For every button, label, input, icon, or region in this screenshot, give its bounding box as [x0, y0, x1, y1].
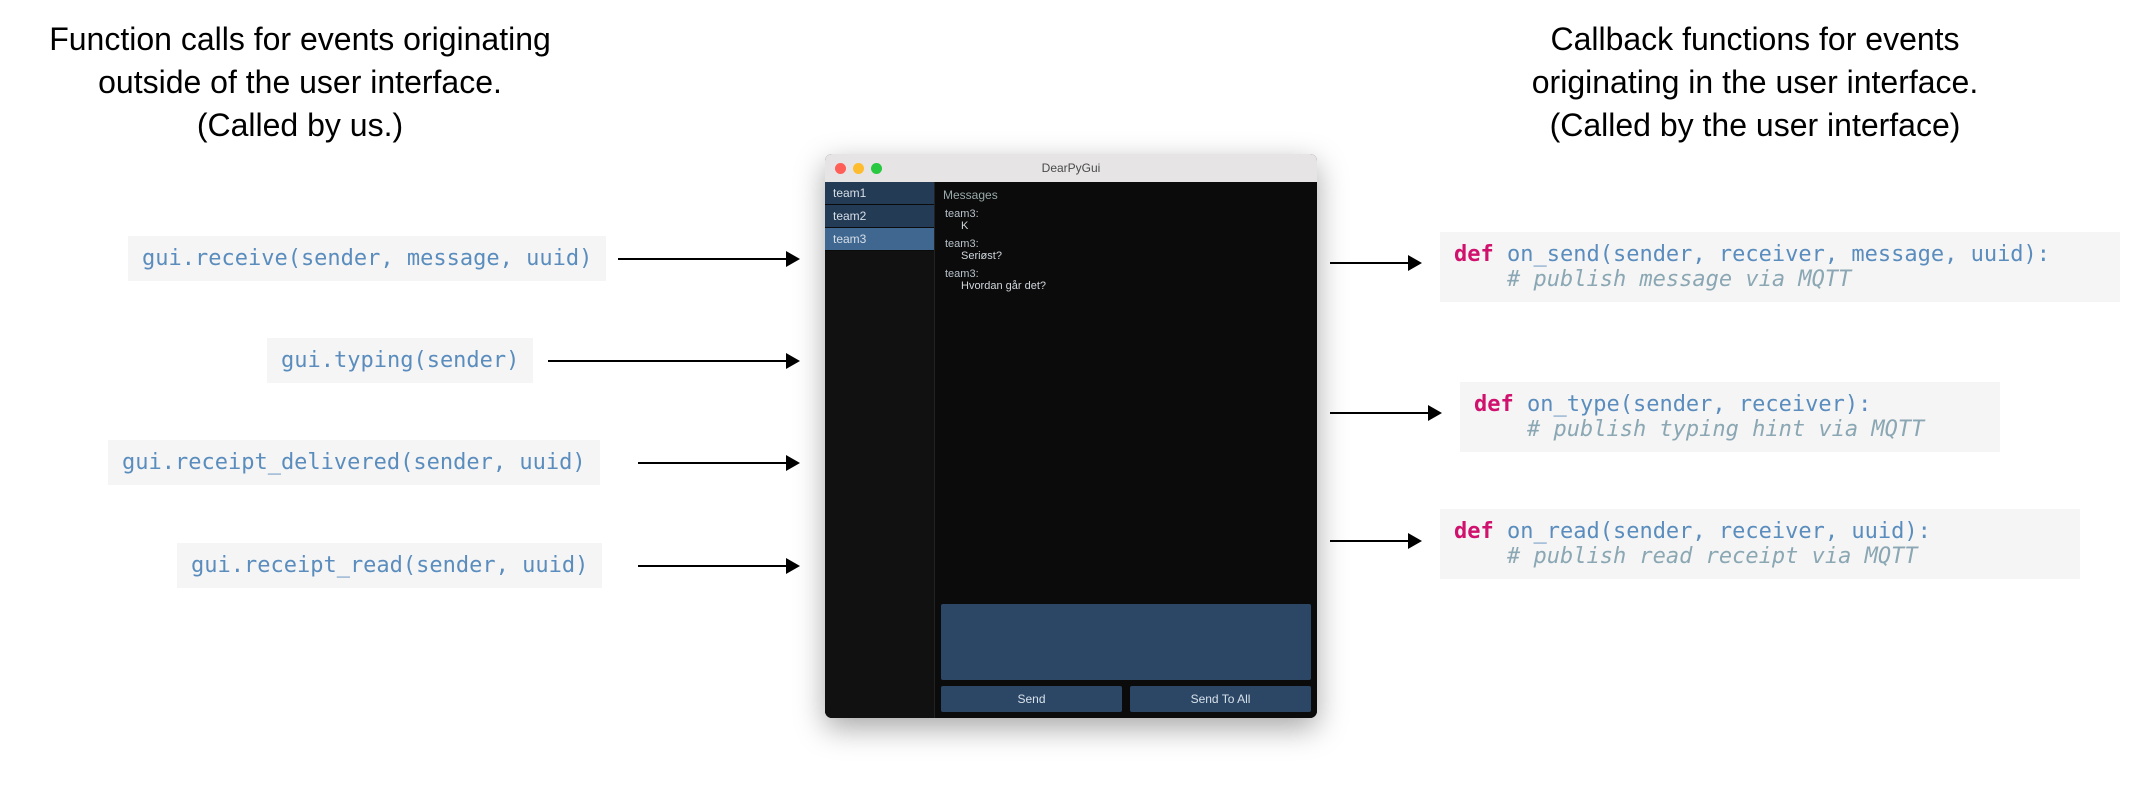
messages-list: team3:Kteam3:Seriøst?team3:Hvordan går d…: [941, 206, 1311, 298]
sidebar-item-team1[interactable]: team1: [825, 182, 934, 205]
message-sender: team3:: [945, 238, 1307, 250]
comment-on-send: # publish message via MQTT: [1454, 267, 1851, 292]
sig-on-type: on_type(sender, receiver):: [1514, 392, 1872, 417]
code-on-type: def on_type(sender, receiver): # publish…: [1460, 382, 2000, 452]
sig-on-read: on_read(sender, receiver, uuid):: [1494, 519, 1931, 544]
sidebar-item-team3[interactable]: team3: [825, 228, 934, 251]
sig-on-send: on_send(sender, receiver, message, uuid)…: [1494, 242, 2050, 267]
message-item: team3:Seriøst?: [945, 238, 1307, 262]
code-gui-receive: gui.receive(sender, message, uuid): [128, 236, 606, 281]
arrow-icon: [638, 565, 798, 567]
keyword-def: def: [1454, 519, 1494, 544]
code-gui-receipt-delivered: gui.receipt_delivered(sender, uuid): [108, 440, 600, 485]
left-heading: Function calls for events originatingout…: [20, 18, 580, 148]
right-heading: Callback functions for eventsoriginating…: [1460, 18, 2050, 148]
code-gui-receipt-read: gui.receipt_read(sender, uuid): [177, 543, 602, 588]
content-area: Messages team3:Kteam3:Seriøst?team3:Hvor…: [935, 182, 1317, 718]
message-text: Hvordan går det?: [945, 280, 1307, 292]
arrow-icon: [548, 360, 798, 362]
messages-label: Messages: [943, 188, 1309, 202]
comment-on-read: # publish read receipt via MQTT: [1454, 544, 1918, 569]
send-all-button[interactable]: Send To All: [1130, 686, 1311, 712]
comment-on-type: # publish typing hint via MQTT: [1474, 417, 1924, 442]
code-on-send: def on_send(sender, receiver, message, u…: [1440, 232, 2120, 302]
compose-input[interactable]: [941, 604, 1311, 680]
arrow-icon: [638, 462, 798, 464]
window-title: DearPyGui: [825, 161, 1317, 175]
code-on-read: def on_read(sender, receiver, uuid): # p…: [1440, 509, 2080, 579]
send-button[interactable]: Send: [941, 686, 1122, 712]
keyword-def: def: [1474, 392, 1514, 417]
arrow-icon: [618, 258, 798, 260]
arrow-icon: [1330, 412, 1440, 414]
titlebar: DearPyGui: [825, 154, 1317, 182]
sidebar: team1team2team3: [825, 182, 935, 718]
message-item: team3:K: [945, 208, 1307, 232]
message-text: K: [945, 220, 1307, 232]
arrow-icon: [1330, 262, 1420, 264]
arrow-icon: [1330, 540, 1420, 542]
sidebar-item-team2[interactable]: team2: [825, 205, 934, 228]
app-body: team1team2team3 Messages team3:Kteam3:Se…: [825, 182, 1317, 718]
keyword-def: def: [1454, 242, 1494, 267]
button-row: Send Send To All: [941, 686, 1311, 712]
code-gui-typing: gui.typing(sender): [267, 338, 533, 383]
app-window: DearPyGui team1team2team3 Messages team3…: [825, 154, 1317, 718]
message-sender: team3:: [945, 208, 1307, 220]
message-sender: team3:: [945, 268, 1307, 280]
message-item: team3:Hvordan går det?: [945, 268, 1307, 292]
message-text: Seriøst?: [945, 250, 1307, 262]
